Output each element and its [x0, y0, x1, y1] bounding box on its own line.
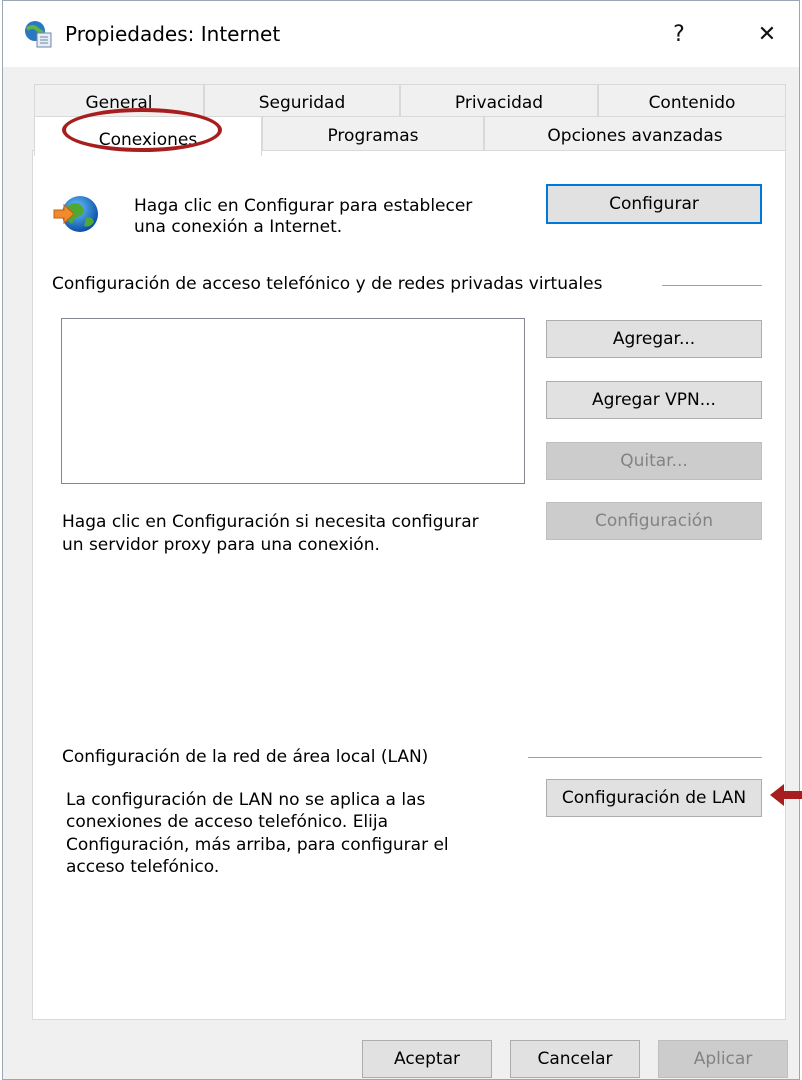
setup-button[interactable]: Configurar	[546, 184, 762, 224]
apply-button[interactable]: Aplicar	[658, 1040, 788, 1078]
lan-text-line2: conexiones de acceso telefónico. Elija	[66, 812, 389, 832]
settings-button[interactable]: Configuración	[546, 502, 762, 540]
setup-text-line1: Haga clic en Configurar para establecer	[134, 196, 473, 216]
cancel-button[interactable]: Cancelar	[510, 1040, 640, 1078]
ok-button[interactable]: Aceptar	[362, 1040, 492, 1078]
lan-text-line4: acceso telefónico.	[66, 857, 220, 877]
title-bar: Propiedades: Internet ? ✕	[3, 1, 799, 67]
lan-text-line3: Configuración, más arriba, para configur…	[66, 835, 449, 855]
dialup-heading: Configuración de acceso telefónico y de …	[52, 274, 603, 294]
dialup-divider	[662, 285, 762, 286]
close-button[interactable]: ✕	[741, 13, 793, 55]
window-title: Propiedades: Internet	[65, 22, 281, 46]
tab-privacy[interactable]: Privacidad	[400, 84, 598, 116]
tab-advanced[interactable]: Opciones avanzadas	[484, 116, 786, 152]
lan-heading: Configuración de la red de área local (L…	[62, 747, 429, 767]
connections-listbox[interactable]	[61, 318, 525, 484]
remove-button[interactable]: Quitar...	[546, 442, 762, 480]
tab-security[interactable]: Seguridad	[204, 84, 400, 116]
lan-settings-button[interactable]: Configuración de LAN	[546, 779, 762, 817]
proxy-text-line2: un servidor proxy para una conexión.	[62, 535, 380, 555]
internet-options-icon	[25, 21, 52, 48]
globe-connect-icon	[53, 196, 98, 232]
tab-programs[interactable]: Programas	[262, 116, 484, 152]
setup-text-line2: una conexión a Internet.	[134, 217, 343, 237]
proxy-text-line1: Haga clic en Configuración si necesita c…	[62, 512, 479, 532]
add-vpn-button[interactable]: Agregar VPN...	[546, 381, 762, 419]
red-arrow-icon	[770, 784, 802, 806]
help-button[interactable]: ?	[653, 13, 705, 55]
lan-text-line1: La configuración de LAN no se aplica a l…	[66, 790, 426, 810]
tab-content[interactable]: Contenido	[598, 84, 786, 116]
add-button[interactable]: Agregar...	[546, 320, 762, 358]
lan-divider	[528, 757, 762, 758]
annotation-highlight-ellipse	[62, 108, 222, 152]
